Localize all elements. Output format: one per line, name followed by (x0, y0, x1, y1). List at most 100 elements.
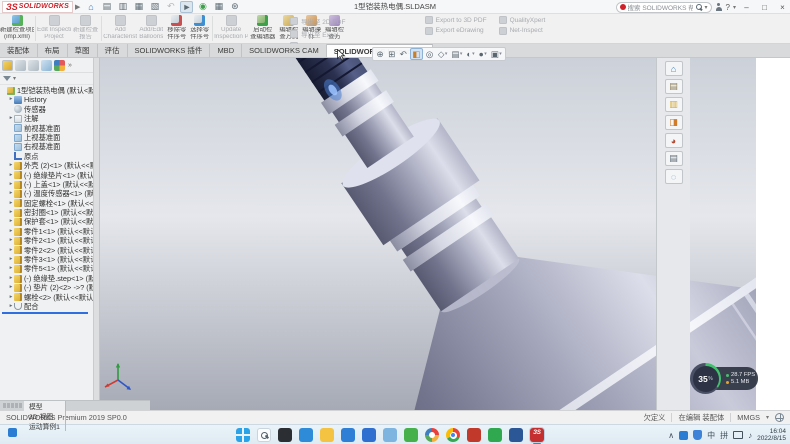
start-button[interactable] (236, 428, 250, 442)
clock[interactable]: 16:04 2022/8/15 (757, 428, 786, 442)
tab-mbd[interactable]: MBD (210, 44, 242, 57)
tray-chevron-icon[interactable]: ∧ (668, 431, 674, 440)
tab-motion-study[interactable]: 运动算例1 (24, 421, 66, 431)
tree-item[interactable]: 传感器 (0, 105, 93, 114)
launch-inspection-editor-button[interactable]: 启动检 查编辑器 (248, 14, 277, 43)
display-style-icon[interactable]: ▤ ▾ (450, 48, 464, 60)
tree-item[interactable]: ▸ 零件2<2> (默认<<默认>_显示状 (0, 246, 93, 255)
tree-item[interactable]: ▸ 零件3<1> (默认<<默认>_显示状 (0, 255, 93, 264)
restore-button[interactable]: □ (757, 0, 772, 14)
hide-show-items-icon[interactable]: ◐ ▾ (465, 48, 476, 60)
help-button[interactable]: ? (726, 3, 730, 12)
units-selector[interactable]: MMGS (737, 413, 760, 422)
undo-icon[interactable]: ↶ (164, 1, 177, 13)
dimxpert-manager-tab-icon[interactable] (41, 60, 52, 71)
tree-item[interactable]: ▸ 零件1<1> (默认<<默认>_显示状 (0, 227, 93, 236)
tree-item[interactable]: ▸ History (0, 95, 93, 104)
add-edit-balloons-button[interactable]: Add/Edit Balloons (137, 14, 165, 43)
store-icon[interactable] (362, 428, 376, 442)
appearances-scenes-icon[interactable]: ◕ (665, 133, 683, 148)
new-inspection-project-button[interactable]: 新建检查项目 (imp.xml) (0, 14, 34, 43)
feature-tree-tab-icon[interactable] (2, 60, 13, 71)
tab-strip-handle[interactable] (0, 401, 24, 410)
remove-balloons-button[interactable]: 移除零 件序号 (165, 14, 188, 43)
wps-icon[interactable] (488, 428, 502, 442)
filter-caret-icon[interactable]: ▾ (13, 75, 16, 82)
qualityxpert-button[interactable]: QualityXpert (499, 16, 546, 24)
section-view-icon[interactable]: ◧ (410, 48, 424, 60)
rollback-bar[interactable] (2, 312, 88, 314)
tree-item[interactable]: ▸ 螺栓<2> (默认<<默认>_显示状态 (0, 293, 93, 302)
dynamic-annotation-views-icon[interactable]: ◎ (424, 48, 435, 60)
ime-mode-button[interactable]: 拼 (720, 430, 728, 441)
tab-sketch[interactable]: 草图 (68, 44, 98, 57)
rebuild-traffic-light-icon[interactable]: ◉ (196, 1, 209, 13)
search-input[interactable]: 搜索 SOLIDWORKS 帮助 ▾ (616, 2, 712, 13)
update-inspection-project-button[interactable]: Update Inspection Project (214, 14, 248, 43)
tree-item[interactable]: ▸ 固定螺栓<1> (默认<<默认>_显示 (0, 199, 93, 208)
tab-3d-views[interactable]: 3D 视图 (24, 411, 66, 421)
export-3d-pdf-button[interactable]: Export to 3D PDF (425, 16, 487, 24)
export-excel-button[interactable]: 导出至 Excel (290, 29, 413, 39)
solidworks-resources-icon[interactable]: ⌂ (665, 61, 683, 76)
task-view-button[interactable] (278, 428, 292, 442)
units-caret-icon[interactable]: ▾ (766, 414, 769, 421)
tree-filter[interactable]: ▾ (0, 73, 93, 85)
tree-item[interactable]: ▸ (-) 温度传感器<1> (默认<<默认>_ (0, 189, 93, 198)
tree-item[interactable]: ▸ (-) 绝缘垫.step<1> (默认<<默认> (0, 274, 93, 283)
display-manager-tab-icon[interactable] (54, 60, 65, 71)
tree-item[interactable]: ▸ (-) 绝缘垫片<1> (默认<<默认>_显 (0, 171, 93, 180)
tab-evaluate[interactable]: 评估 (98, 44, 128, 57)
mail-icon[interactable] (341, 428, 355, 442)
file-explorer-icon[interactable]: ▥ (665, 97, 683, 112)
tree-item[interactable]: 1型铠装热电偶 (默认<默认_显示状态-1> (0, 86, 93, 95)
select-balloons-button[interactable]: 选择零 件序号 (188, 14, 211, 43)
file-explorer-icon[interactable] (320, 428, 334, 442)
minimize-button[interactable]: – (739, 0, 754, 14)
tree-item[interactable]: 上视基准面 (0, 133, 93, 142)
new-inspection-report-button[interactable]: 新建检查 报告 (71, 14, 100, 43)
export-edrawing-button[interactable]: Export eDrawing (425, 27, 487, 35)
view-orientation-icon[interactable]: ◇ ▾ (436, 48, 449, 60)
help-caret-icon[interactable]: ▾ (733, 4, 736, 11)
previous-view-icon[interactable]: ↶ (398, 48, 409, 60)
zoom-area-icon[interactable]: ⊞ (387, 48, 398, 60)
home-icon[interactable]: ⌂ (84, 1, 97, 13)
security-shield-icon[interactable] (693, 430, 702, 440)
tree-item[interactable]: ▸ 密封圈<1> (默认<<默认>_显示状 (0, 208, 93, 217)
select-icon[interactable]: ► (180, 1, 193, 13)
tab-model[interactable]: 模型 (24, 401, 66, 411)
tray-app-icon[interactable] (679, 431, 688, 440)
word-icon[interactable] (509, 428, 523, 442)
new-document-icon[interactable]: ▤ (100, 1, 113, 13)
open-icon[interactable]: ▥ (116, 1, 129, 13)
globe-icon[interactable] (775, 413, 784, 422)
search-icon[interactable] (695, 3, 703, 11)
ime-language-button[interactable]: 中 (707, 430, 715, 441)
volume-icon[interactable]: ♪ (748, 431, 752, 440)
edit-appearance-icon[interactable]: ● ▾ (477, 48, 488, 60)
property-manager-tab-icon[interactable] (15, 60, 26, 71)
panel-tabs-overflow-icon[interactable]: » (68, 62, 72, 69)
tab-cam[interactable]: SOLIDWORKS CAM (242, 44, 327, 57)
onedrive-icon[interactable] (383, 428, 397, 442)
widgets-icon[interactable] (8, 428, 17, 437)
add-characteristic-button[interactable]: Add Characteristic (103, 14, 137, 43)
configuration-manager-tab-icon[interactable] (28, 60, 39, 71)
zoom-fit-icon[interactable]: ⊕ (375, 48, 386, 60)
view-settings-icon[interactable]: ▣ ▾ (489, 48, 503, 60)
options-gear-icon[interactable]: ⊛ (228, 1, 241, 13)
green-app-icon[interactable] (404, 428, 418, 442)
network-monitor-icon[interactable] (733, 431, 743, 439)
logo-expand-arrow-icon[interactable]: ▶ (75, 3, 80, 11)
custom-properties-icon[interactable]: ▤ (665, 151, 683, 166)
tree-item[interactable]: ▸ 保护套<1> (默认<<默认>_显示状 (0, 217, 93, 226)
browser-360-icon[interactable] (425, 428, 439, 442)
tree-item[interactable]: 原点 (0, 152, 93, 161)
forum-icon[interactable]: ◌ (665, 169, 683, 184)
tree-item[interactable]: ▸ 注解 (0, 114, 93, 123)
edge-icon[interactable] (299, 428, 313, 442)
tree-item[interactable]: ▸ (-) 垫片 (2)<2> ->? (默认<<默认> (0, 283, 93, 292)
search-options-caret-icon[interactable]: ▾ (705, 4, 708, 11)
print-icon[interactable]: ▧ (148, 1, 161, 13)
